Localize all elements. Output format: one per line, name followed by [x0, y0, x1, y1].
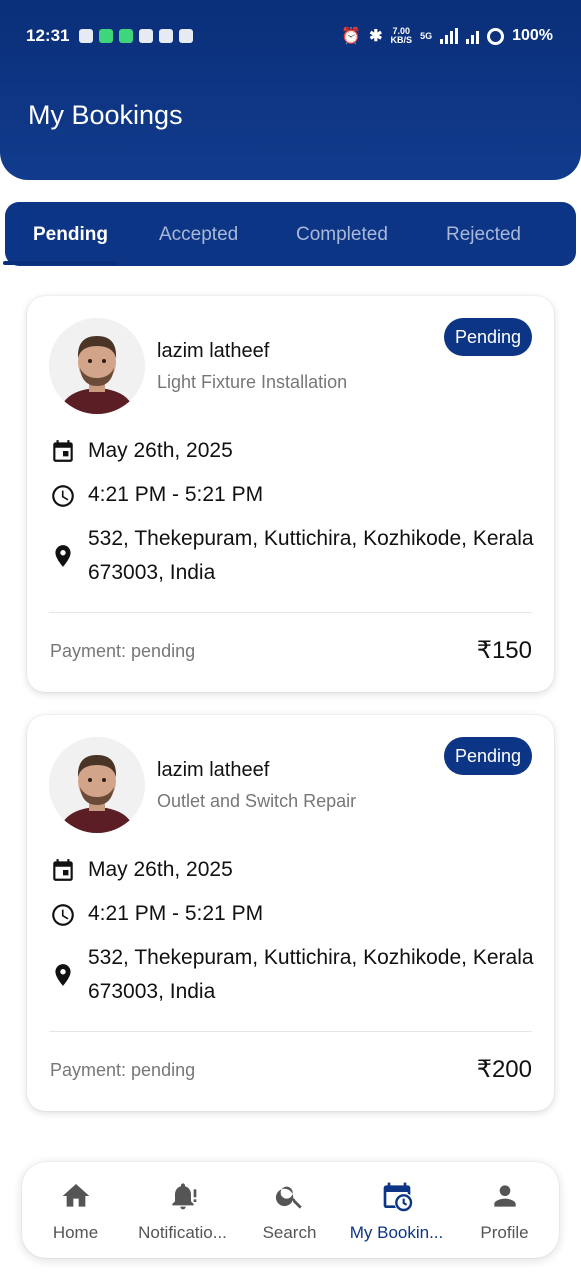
nav-label-my-bookings: My Bookin...: [349, 1223, 444, 1242]
signal-icon: [466, 28, 480, 44]
avatar: [49, 318, 145, 414]
status-badge: Pending: [443, 737, 532, 775]
location-pin-icon: [55, 964, 71, 986]
bottom-navigation: Home Notificatio... Search My Bookin... …: [22, 1162, 559, 1258]
address-line-2: 673003, India: [88, 561, 216, 584]
status-badge: Pending: [443, 318, 532, 356]
battery-icon: [487, 27, 505, 45]
app-notification-icon: [139, 29, 154, 43]
battery-percentage: 100%: [512, 27, 553, 44]
customer-name: lazim latheef: [157, 759, 270, 781]
network-speed-unit: KB/S: [390, 35, 413, 45]
alarm-icon: ⏰: [341, 28, 362, 45]
payment-status: Payment: pending: [50, 1060, 196, 1080]
chat-notification-icon: [79, 29, 94, 43]
address-line-2: 673003, India: [88, 980, 216, 1003]
tab-pending[interactable]: Pending: [33, 224, 108, 246]
bluetooth-icon: ✱: [369, 28, 383, 45]
status-time: 12:31: [26, 26, 70, 45]
status-indicators: ⏰ ✱ 7.00 KB/S 5G 100%: [341, 26, 553, 46]
nav-item-profile[interactable]: Profile: [451, 1162, 558, 1258]
nav-item-notifications[interactable]: Notificatio...: [129, 1162, 236, 1258]
network-speed: 7.00 KB/S: [391, 27, 413, 45]
tab-accepted[interactable]: Accepted: [159, 224, 238, 246]
calendar-clock-icon: [383, 1182, 412, 1212]
person-icon: [493, 1185, 516, 1207]
booking-price: ₹200: [476, 1056, 532, 1083]
calendar-icon: [53, 859, 73, 881]
booking-card[interactable]: lazim latheef Outlet and Switch Repair P…: [27, 715, 554, 1111]
tab-completed[interactable]: Completed: [296, 224, 388, 246]
service-name: Light Fixture Installation: [157, 372, 348, 392]
nav-label-search: Search: [262, 1223, 317, 1242]
nav-item-my-bookings[interactable]: My Bookin...: [343, 1162, 450, 1258]
booking-date: May 26th, 2025: [88, 439, 233, 462]
home-icon: [62, 1184, 89, 1207]
booking-price: ₹150: [476, 637, 532, 664]
booking-status-tabs: Pending Accepted Completed Rejected: [5, 202, 576, 266]
nav-item-search[interactable]: Search: [236, 1162, 343, 1258]
app-header: 12:31 ⏰ ✱ 7.00 KB/S 5G 100% My Bookings: [0, 0, 581, 180]
bell-icon: [171, 1183, 196, 1210]
calendar-icon: [53, 440, 73, 462]
booking-time: 4:21 PM - 5:21 PM: [88, 902, 264, 925]
app-notification-icon: [99, 29, 114, 43]
active-tab-indicator: [3, 261, 117, 265]
payment-status: Payment: pending: [50, 641, 196, 661]
signal-icon: [440, 28, 459, 44]
customer-name: lazim latheef: [157, 340, 270, 362]
clock-icon: [52, 485, 74, 507]
service-name: Outlet and Switch Repair: [157, 791, 357, 811]
page-title: My Bookings: [28, 100, 183, 130]
divider: [49, 612, 532, 613]
play-notification-icon: [179, 29, 194, 43]
nav-label-home: Home: [52, 1223, 99, 1242]
booking-date: May 26th, 2025: [88, 858, 233, 881]
nav-item-home[interactable]: Home: [22, 1162, 129, 1258]
status-bar: 12:31 ⏰ ✱ 7.00 KB/S 5G 100%: [26, 22, 553, 50]
booking-time: 4:21 PM - 5:21 PM: [88, 483, 264, 506]
nav-label-notifications: Notificatio...: [138, 1223, 227, 1242]
app-notification-icon: [119, 29, 134, 43]
tab-rejected[interactable]: Rejected: [446, 224, 521, 246]
clock-icon: [52, 904, 74, 926]
address-line-1: 532, Thekepuram, Kuttichira, Kozhikode, …: [88, 946, 534, 969]
nav-label-profile: Profile: [480, 1223, 529, 1242]
address-line-1: 532, Thekepuram, Kuttichira, Kozhikode, …: [88, 527, 534, 550]
notification-icons: [79, 29, 194, 43]
network-type: 5G: [420, 30, 433, 41]
location-pin-icon: [55, 545, 71, 567]
search-icon: [275, 1186, 302, 1209]
booking-card[interactable]: lazim latheef Light Fixture Installation…: [27, 296, 554, 692]
gmail-notification-icon: [159, 29, 174, 43]
divider: [49, 1031, 532, 1032]
avatar: [49, 737, 145, 833]
